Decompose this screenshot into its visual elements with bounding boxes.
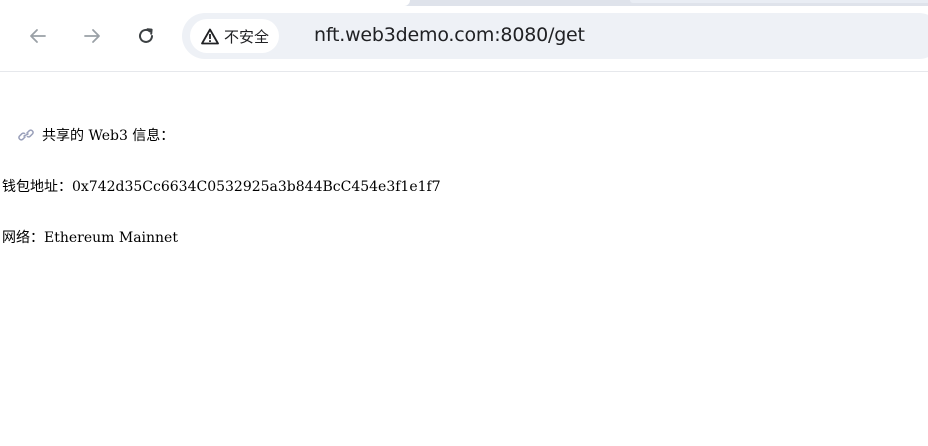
info-block: 共享的 Web3 信息： 钱包地址：0x742d35Cc6634C0532925…	[2, 94, 441, 281]
url-text[interactable]: nft.web3demo.com:8080/get	[314, 24, 585, 46]
back-button[interactable]	[22, 20, 54, 52]
security-chip[interactable]: 不安全	[190, 19, 280, 53]
warning-triangle-icon	[200, 26, 220, 46]
tab-strip	[0, 0, 928, 6]
active-tab-edge[interactable]	[0, 0, 410, 6]
page-content: 共享的 Web3 信息： 钱包地址：0x742d35Cc6634C0532925…	[0, 72, 928, 446]
heading-line: 共享的 Web3 信息：	[2, 128, 441, 145]
forward-button[interactable]	[76, 20, 108, 52]
forward-arrow-icon	[82, 26, 102, 46]
browser-toolbar: 不安全 nft.web3demo.com:8080/get	[0, 0, 928, 72]
wallet-address-line: 钱包地址：0x742d35Cc6634C0532925a3b844BcC454e…	[2, 179, 441, 195]
address-bar[interactable]: 不安全 nft.web3demo.com:8080/get	[182, 13, 928, 59]
network-line: 网络：Ethereum Mainnet	[2, 230, 178, 246]
link-icon	[18, 128, 34, 142]
reload-button[interactable]	[130, 20, 162, 52]
back-arrow-icon	[28, 26, 48, 46]
reload-icon	[136, 26, 156, 46]
security-label: 不安全	[224, 27, 270, 46]
heading-text: 共享的 Web3 信息：	[42, 128, 175, 144]
inactive-tab-edge[interactable]	[630, 0, 928, 3]
